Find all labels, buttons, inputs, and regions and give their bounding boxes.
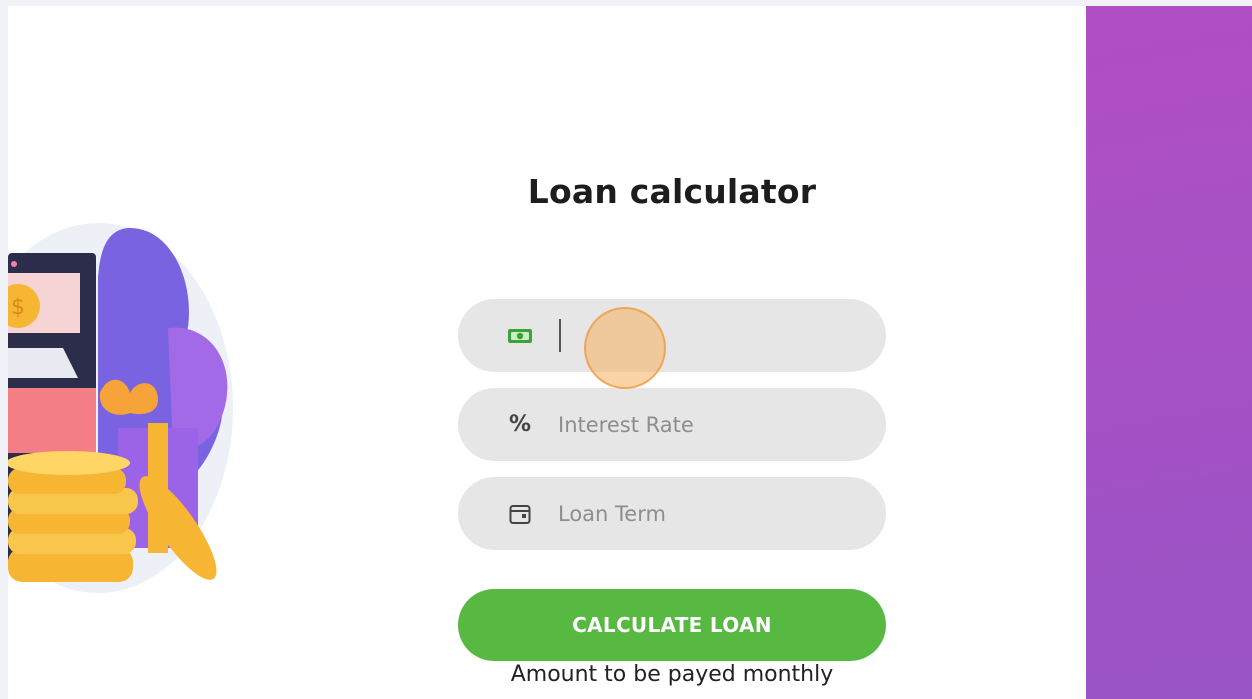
- monthly-amount-label: Amount to be payed monthly: [510, 662, 834, 687]
- page-title: Loan calculator: [527, 172, 817, 211]
- banknote-icon: [506, 327, 534, 345]
- loan-illustration: $: [8, 223, 233, 593]
- calendar-icon: [506, 502, 534, 526]
- interest-rate-field[interactable]: %: [458, 388, 886, 461]
- click-indicator: [584, 307, 666, 389]
- loan-term-field[interactable]: [458, 477, 886, 550]
- svg-text:$: $: [11, 295, 25, 320]
- decorative-gradient-panel: [1086, 6, 1252, 699]
- loan-amount-field[interactable]: [458, 299, 886, 372]
- loan-term-input[interactable]: [558, 501, 858, 526]
- text-cursor: [559, 319, 561, 352]
- percent-icon: %: [508, 412, 532, 437]
- interest-rate-input[interactable]: [558, 412, 858, 437]
- calculate-loan-button[interactable]: CALCULATE LOAN: [458, 589, 886, 661]
